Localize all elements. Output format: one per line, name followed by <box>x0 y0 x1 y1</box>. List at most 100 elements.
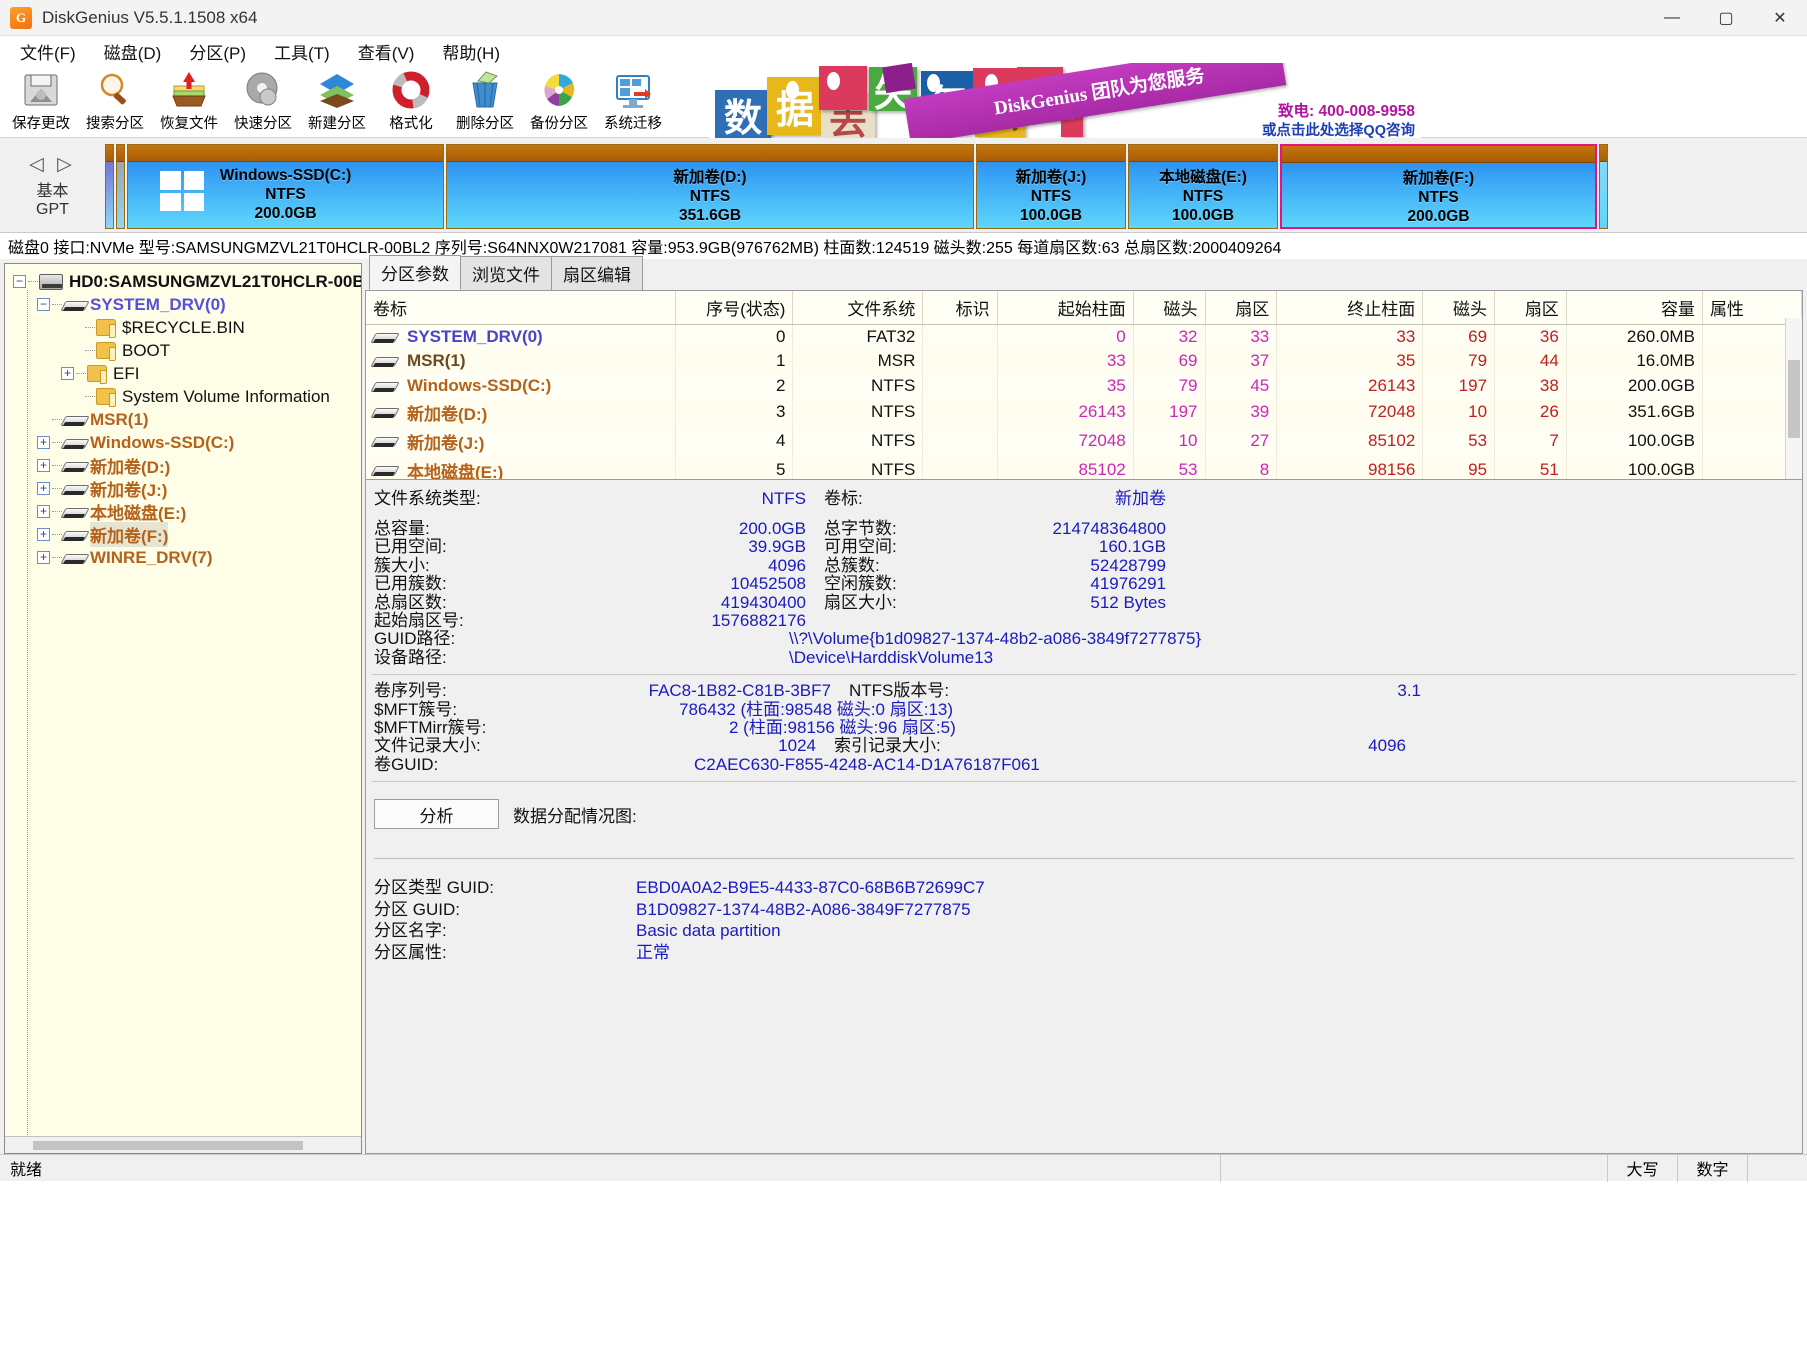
menu-disk[interactable]: 磁盘(D) <box>92 36 174 67</box>
tree-node-label: SYSTEM_DRV(0) <box>90 294 226 314</box>
tree-expander[interactable]: + <box>37 505 50 518</box>
tree-node-system-volume-information[interactable]: System Volume Information <box>13 385 361 408</box>
toolbar-recover-files-button[interactable]: 恢复文件 <box>152 66 226 136</box>
volume-icon <box>63 528 85 542</box>
row-start-cylinder: 85102 <box>997 455 1134 479</box>
detail-label: 总字节数: <box>824 519 897 538</box>
toolbar-new-partition-button[interactable]: 新建分区 <box>300 66 374 136</box>
col-index-state[interactable]: 序号(状态) <box>675 291 794 325</box>
tree-node-boot[interactable]: BOOT <box>13 339 361 362</box>
tree-expander[interactable]: + <box>37 459 50 472</box>
promo-banner[interactable]: 数 据 丢 失 怎 么 办 ! DiskGenius 团队为您服务 致电: 40… <box>709 63 1421 138</box>
tree-horizontal-scrollbar[interactable] <box>5 1136 361 1153</box>
row-flag <box>922 324 998 349</box>
toolbar-system-migration-button[interactable]: 系统迁移 <box>596 66 670 136</box>
detail-label: 已用簇数: <box>374 574 447 594</box>
tab-sector-editor[interactable]: 扇区编辑 <box>551 256 643 290</box>
tree-expander[interactable]: + <box>37 528 50 541</box>
row-flag <box>922 426 998 456</box>
diskgenius-logo-icon: G <box>10 6 32 29</box>
col-capacity[interactable]: 容量 <box>1566 291 1703 325</box>
col-flag[interactable]: 标识 <box>922 291 998 325</box>
row-filesystem: NTFS <box>792 373 924 398</box>
col-start-head[interactable]: 磁头 <box>1133 291 1206 325</box>
menu-help[interactable]: 帮助(H) <box>430 36 512 67</box>
device-tree-panel: − HD0:SAMSUNGMZVL21T0HCLR-00BL2 − SYSTEM… <box>4 263 362 1154</box>
toolbar-label: 恢复文件 <box>160 116 218 132</box>
tree-expander[interactable]: − <box>37 298 50 311</box>
detail-row-mft: $MFT簇号: 786432 (柱面:98548 磁头:0 扇区:13) <box>366 700 1802 719</box>
backup-partition-icon <box>538 69 580 111</box>
tree-expander[interactable]: − <box>13 275 26 288</box>
partition-bar-msr[interactable] <box>116 144 125 229</box>
partition-bar-esp[interactable] <box>105 144 114 229</box>
table-vertical-scrollbar[interactable] <box>1785 318 1802 479</box>
row-capacity: 260.0MB <box>1566 324 1703 349</box>
partition-bar-e[interactable]: 本地磁盘(E:) NTFS 100.0GB <box>1128 144 1278 229</box>
table-row[interactable]: 新加卷(J:) 4 NTFS 72048 10 27 85102 53 7 10… <box>366 426 1802 456</box>
tree-node-root[interactable]: − HD0:SAMSUNGMZVL21T0HCLR-00BL2 <box>13 270 361 293</box>
tree-node-system-drv[interactable]: − SYSTEM_DRV(0) <box>13 293 361 316</box>
toolbar-delete-partition-button[interactable]: 删除分区 <box>448 66 522 136</box>
tree-node-efi[interactable]: + EFI <box>13 362 361 385</box>
tree-expander[interactable]: + <box>37 436 50 449</box>
detail-value: C2AEC630-F855-4248-AC14-D1A76187F061 <box>694 754 1040 774</box>
partition-bar-d[interactable]: 新加卷(D:) NTFS 351.6GB <box>446 144 974 229</box>
tree-node-windows-ssd-c[interactable]: + Windows-SSD(C:) <box>13 431 361 454</box>
table-row[interactable]: SYSTEM_DRV(0) 0 FAT32 0 32 33 33 69 36 2… <box>366 324 1802 349</box>
partition-bar-c[interactable]: Windows-SSD(C:) NTFS 200.0GB <box>127 144 444 229</box>
menu-view[interactable]: 查看(V) <box>346 36 427 67</box>
col-end-sector[interactable]: 扇区 <box>1494 291 1567 325</box>
col-volume-label[interactable]: 卷标 <box>366 291 676 325</box>
close-button[interactable]: ✕ <box>1753 0 1807 36</box>
tree-node-new-volume-j[interactable]: + 新加卷(J:) <box>13 477 361 500</box>
tree-node-new-volume-f[interactable]: + 新加卷(F:) <box>13 522 361 547</box>
menu-partition[interactable]: 分区(P) <box>177 36 258 67</box>
partition-bar-f[interactable]: 新加卷(F:) NTFS 200.0GB <box>1280 144 1597 229</box>
partition-bar-winre[interactable] <box>1599 144 1608 229</box>
detail-value: 新加卷 <box>1115 489 1166 508</box>
detail-label: 分区属性: <box>374 942 447 962</box>
maximize-button[interactable]: ▢ <box>1699 0 1753 36</box>
table-row[interactable]: Windows-SSD(C:) 2 NTFS 35 79 45 26143 19… <box>366 373 1802 398</box>
table-row[interactable]: 新加卷(D:) 3 NTFS 26143 197 39 72048 10 26 … <box>366 397 1802 427</box>
toolbar-format-button[interactable]: 格式化 <box>374 66 448 136</box>
col-filesystem[interactable]: 文件系统 <box>792 291 924 325</box>
tree-expander[interactable]: + <box>37 551 50 564</box>
col-start-cylinder[interactable]: 起始柱面 <box>997 291 1134 325</box>
toolbar-backup-partition-button[interactable]: 备份分区 <box>522 66 596 136</box>
tree-node-msr[interactable]: MSR(1) <box>13 408 361 431</box>
tab-partition-params[interactable]: 分区参数 <box>369 255 461 290</box>
toolbar-search-partition-button[interactable]: 搜索分区 <box>78 66 152 136</box>
menu-file[interactable]: 文件(F) <box>8 36 88 67</box>
partition-bar-size: 100.0GB <box>1171 207 1235 224</box>
table-row[interactable]: 本地磁盘(E:) 5 NTFS 85102 53 8 98156 95 51 1… <box>366 455 1802 479</box>
detail-label: 可用空间: <box>824 537 897 557</box>
disk-type-basic: 基本 <box>36 183 69 200</box>
minimize-button[interactable]: — <box>1645 0 1699 36</box>
toolbar-save-changes-button[interactable]: 保存更改 <box>4 66 78 136</box>
partition-bar-j[interactable]: 新加卷(J:) NTFS 100.0GB <box>976 144 1126 229</box>
volume-icon <box>63 436 85 450</box>
gpt-row-partition-attr: 分区属性: 正常 <box>366 942 1802 964</box>
col-start-sector[interactable]: 扇区 <box>1205 291 1278 325</box>
tree-expander[interactable]: + <box>61 367 74 380</box>
table-header-row: 卷标 序号(状态) 文件系统 标识 起始柱面 磁头 扇区 终止柱面 磁头 扇区 … <box>366 291 1802 325</box>
tree-expander[interactable]: + <box>37 482 50 495</box>
tree-node-recycle-bin[interactable]: $RECYCLE.BIN <box>13 316 361 339</box>
table-row[interactable]: MSR(1) 1 MSR 33 69 37 35 79 44 16.0MB <box>366 349 1802 374</box>
col-end-head[interactable]: 磁头 <box>1422 291 1496 325</box>
disk-nav-arrows-icon[interactable]: ◁ ▷ <box>29 153 76 176</box>
tab-browse-files[interactable]: 浏览文件 <box>460 256 552 290</box>
tree-node-winre-drv[interactable]: + WINRE_DRV(7) <box>13 546 361 569</box>
row-start-head: 79 <box>1133 373 1206 398</box>
banner-qq-link[interactable]: 或点击此处选择QQ咨询 <box>1262 119 1415 138</box>
menu-tools[interactable]: 工具(T) <box>262 36 342 67</box>
toolbar-quick-partition-button[interactable]: 快速分区 <box>226 66 300 136</box>
tree-node-new-volume-d[interactable]: + 新加卷(D:) <box>13 454 361 477</box>
analyze-button[interactable]: 分析 <box>374 799 499 830</box>
col-end-cylinder[interactable]: 终止柱面 <box>1276 291 1424 325</box>
banner-char: 数 <box>715 90 771 138</box>
tree-node-local-disk-e[interactable]: + 本地磁盘(E:) <box>13 500 361 523</box>
tree-node-label: HD0:SAMSUNGMZVL21T0HCLR-00BL2 <box>69 271 362 291</box>
